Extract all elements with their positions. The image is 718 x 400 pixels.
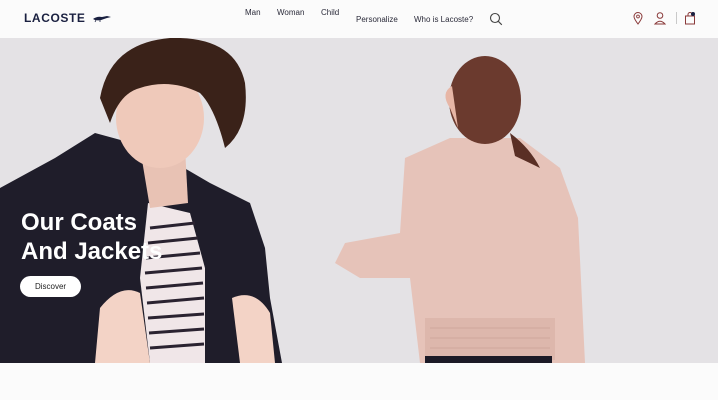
nav-personalize[interactable]: Personalize xyxy=(356,15,398,24)
account-icon[interactable] xyxy=(653,11,667,25)
hero-image xyxy=(0,38,585,363)
nav-who-is-lacoste[interactable]: Who is Lacoste? xyxy=(414,15,473,24)
crocodile-icon xyxy=(92,16,111,23)
nav-man[interactable]: Man xyxy=(245,8,261,17)
hero-title: Our Coats And Jackets xyxy=(21,209,163,265)
hero-banner: Our Coats And Jackets Discover xyxy=(0,38,718,363)
discover-button[interactable]: Discover xyxy=(20,276,81,297)
page-content-area xyxy=(0,363,718,400)
nav-child[interactable]: Child xyxy=(321,8,339,17)
brand-name: LACOSTE xyxy=(24,11,86,25)
header-divider xyxy=(676,12,677,24)
brand-logo[interactable]: LACOSTE xyxy=(24,11,112,25)
location-pin-icon[interactable] xyxy=(631,11,645,25)
site-header: LACOSTE Man Woman Child Personalize Who … xyxy=(0,0,718,38)
cart-icon[interactable] xyxy=(683,11,697,25)
search-icon[interactable] xyxy=(489,12,503,26)
nav-woman[interactable]: Woman xyxy=(277,8,304,17)
